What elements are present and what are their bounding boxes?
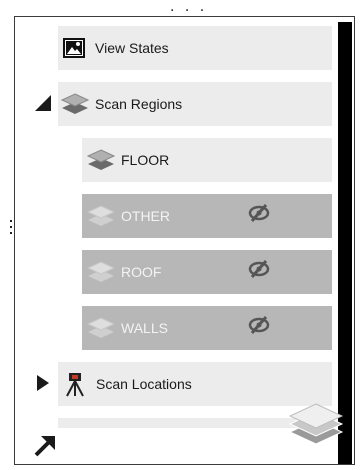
tree-item-label: ROOF (121, 264, 162, 280)
tree-item-roof[interactable]: ROOF (82, 250, 332, 294)
tree-item-label: Scan Locations (96, 376, 192, 392)
layers-icon (86, 316, 116, 340)
eye-slash-icon[interactable] (248, 316, 270, 339)
tree-item-floor[interactable]: FLOOR (82, 138, 332, 182)
tree-item-scan-regions[interactable]: Scan Regions (58, 82, 332, 126)
layers-icon (86, 148, 116, 172)
layers-icon (60, 92, 90, 116)
tree-item-label: Scan Regions (95, 96, 183, 112)
expand-arrow-icon[interactable] (33, 432, 59, 458)
tree-item-view-states[interactable]: View States (58, 26, 332, 70)
layers-overlay-icon[interactable] (288, 402, 344, 446)
layers-icon (86, 204, 116, 228)
tree-item-label: WALLS (121, 320, 168, 336)
tree-item-label: View States (95, 40, 169, 56)
tree-item-label: FLOOR (121, 152, 170, 168)
expand-triangle-icon[interactable] (36, 374, 50, 392)
tree-item-scan-locations[interactable]: Scan Locations (58, 362, 332, 406)
collapse-triangle-icon[interactable] (34, 94, 52, 112)
tree-item-label: OTHER (121, 208, 170, 224)
tree-item-walls[interactable]: WALLS (82, 306, 332, 350)
vertical-scrollbar[interactable] (338, 22, 352, 464)
layers-icon (86, 260, 116, 284)
photo-icon (63, 38, 85, 58)
survey-tripod-icon (64, 371, 86, 397)
eye-slash-icon[interactable] (248, 260, 270, 283)
eye-slash-icon[interactable] (248, 204, 270, 227)
tree-item-other[interactable]: OTHER (82, 194, 332, 238)
